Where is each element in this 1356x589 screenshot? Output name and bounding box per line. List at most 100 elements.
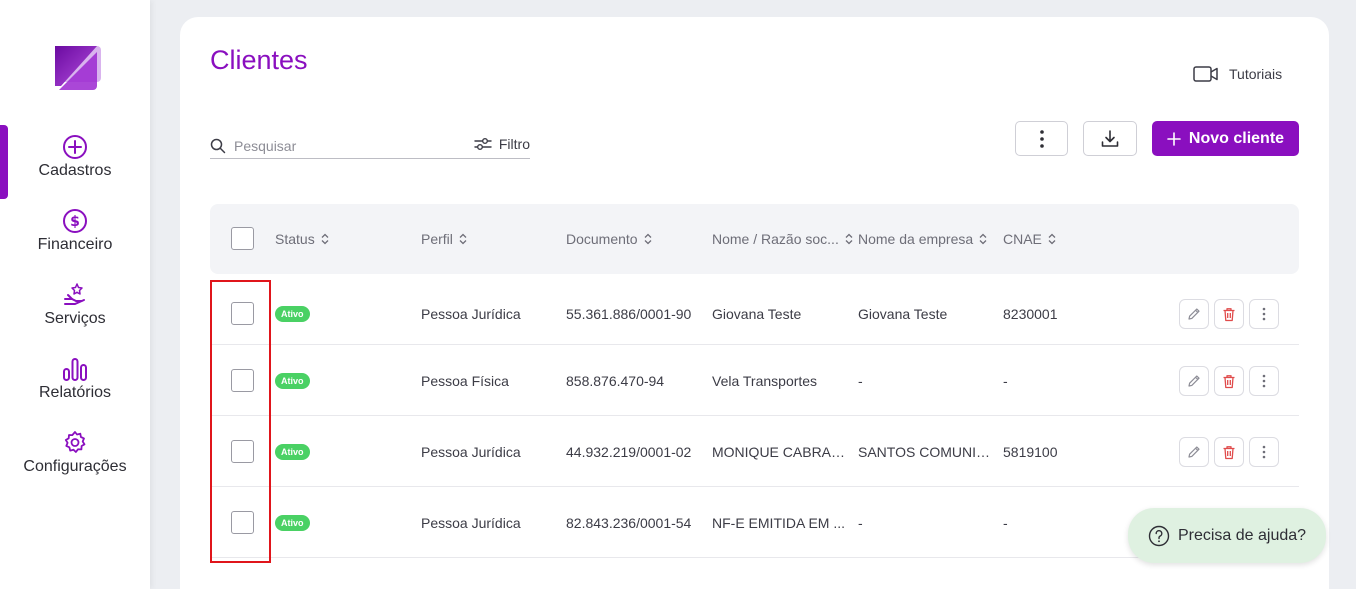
bar-chart-icon <box>63 358 87 381</box>
hand-star-icon <box>64 283 85 305</box>
row-checkbox[interactable] <box>231 369 254 392</box>
cell-nome: NF-E EMITIDA EM ... <box>712 515 846 531</box>
row-more-button[interactable] <box>1249 437 1279 467</box>
delete-button[interactable] <box>1214 437 1244 467</box>
search-icon <box>210 138 226 153</box>
sort-icon <box>459 233 467 245</box>
sidebar-item-label: Relatórios <box>38 384 112 401</box>
question-circle-icon <box>1148 525 1170 546</box>
sidebar-item-label: Serviços <box>44 310 106 327</box>
cell-cnae: - <box>1003 373 1008 389</box>
trash-icon <box>1223 374 1235 388</box>
sidebar-item-label: Configurações <box>23 458 127 475</box>
sort-icon <box>845 233 853 245</box>
filter-label: Filtro <box>498 136 530 152</box>
sort-icon <box>1048 233 1056 245</box>
edit-button[interactable] <box>1179 366 1209 396</box>
table-row[interactable]: Ativo Pessoa Física 858.876.470-94 Vela … <box>210 345 1299 416</box>
row-checkbox[interactable] <box>231 511 254 534</box>
gear-icon <box>64 431 86 453</box>
column-header-empresa[interactable]: Nome da empresa <box>858 231 987 247</box>
vertical-dots-icon <box>1262 445 1266 459</box>
sidebar-item-label: Financeiro <box>37 236 113 253</box>
pencil-icon <box>1188 446 1200 458</box>
cell-cnae: 5819100 <box>1003 444 1058 460</box>
sliders-icon <box>474 138 492 150</box>
delete-button[interactable] <box>1214 299 1244 329</box>
column-header-cnae[interactable]: CNAE <box>1003 231 1056 247</box>
search-bar: Filtro <box>210 133 530 159</box>
cell-perfil: Pessoa Jurídica <box>421 444 521 460</box>
row-checkbox[interactable] <box>231 440 254 463</box>
column-header-nome[interactable]: Nome / Razão soc... <box>712 231 853 247</box>
download-icon <box>1101 129 1119 147</box>
sidebar-item-configuracoes[interactable]: Configurações <box>0 430 150 490</box>
table-row[interactable]: Ativo Pessoa Jurídica 44.932.219/0001-02… <box>210 416 1299 487</box>
cell-documento: 82.843.236/0001-54 <box>566 515 692 531</box>
column-header-perfil[interactable]: Perfil <box>421 231 467 247</box>
row-more-button[interactable] <box>1249 366 1279 396</box>
tutorials-label: Tutoriais <box>1229 66 1283 82</box>
sidebar: Cadastros $ Financeiro Serviços Relatóri… <box>0 0 150 589</box>
app-logo[interactable] <box>51 46 101 92</box>
plus-icon <box>1167 131 1181 146</box>
cell-documento: 55.361.886/0001-90 <box>566 306 692 322</box>
sort-icon <box>644 233 652 245</box>
status-badge: Ativo <box>275 306 310 322</box>
trash-icon <box>1223 445 1235 459</box>
cell-empresa: - <box>858 373 863 389</box>
help-button[interactable]: Precisa de ajuda? <box>1128 508 1326 563</box>
delete-button[interactable] <box>1214 366 1244 396</box>
download-button[interactable] <box>1083 121 1137 156</box>
cell-perfil: Pessoa Jurídica <box>421 306 521 322</box>
pencil-icon <box>1188 308 1200 320</box>
cell-nome: Giovana Teste <box>712 306 802 322</box>
status-badge: Ativo <box>275 515 310 531</box>
dollar-circle-icon: $ <box>63 209 87 233</box>
sidebar-item-relatorios[interactable]: Relatórios <box>0 356 150 416</box>
row-more-button[interactable] <box>1249 299 1279 329</box>
edit-button[interactable] <box>1179 299 1209 329</box>
cell-empresa: SANTOS COMUNIC... <box>858 444 994 460</box>
cell-nome: MONIQUE CABRAL... <box>712 444 848 460</box>
cell-cnae: - <box>1003 515 1008 531</box>
pencil-icon <box>1188 375 1200 387</box>
cell-empresa: Giovana Teste <box>858 306 948 322</box>
vertical-dots-icon <box>1262 307 1266 321</box>
table-header: Status Perfil Documento Nome / Razão soc… <box>210 204 1299 274</box>
vertical-dots-icon <box>1262 374 1266 388</box>
cell-perfil: Pessoa Jurídica <box>421 515 521 531</box>
sidebar-item-servicos[interactable]: Serviços <box>0 282 150 342</box>
cell-documento: 858.876.470-94 <box>566 373 665 389</box>
sidebar-item-label: Cadastros <box>38 162 112 179</box>
column-header-documento[interactable]: Documento <box>566 231 652 247</box>
main-card: Clientes Tutoriais Filtro <box>180 17 1329 589</box>
status-badge: Ativo <box>275 373 310 389</box>
plus-circle-icon <box>63 135 87 159</box>
video-camera-icon <box>1193 66 1218 82</box>
edit-button[interactable] <box>1179 437 1209 467</box>
sidebar-item-financeiro[interactable]: $ Financeiro <box>0 208 150 268</box>
cell-nome: Vela Transportes <box>712 373 818 389</box>
clients-table: Status Perfil Documento Nome / Razão soc… <box>210 204 1299 558</box>
select-all-checkbox[interactable] <box>231 227 254 250</box>
sort-icon <box>979 233 987 245</box>
cell-perfil: Pessoa Física <box>421 373 509 389</box>
filter-button[interactable]: Filtro <box>474 136 530 152</box>
more-options-button[interactable] <box>1015 121 1068 156</box>
new-client-label: Novo cliente <box>1188 129 1285 147</box>
cell-empresa: - <box>858 515 863 531</box>
tutorials-link[interactable]: Tutoriais <box>1193 65 1282 83</box>
cell-cnae: 8230001 <box>1003 306 1058 322</box>
cell-documento: 44.932.219/0001-02 <box>566 444 692 460</box>
column-header-status[interactable]: Status <box>275 231 329 247</box>
vertical-dots-icon <box>1039 129 1044 148</box>
table-row[interactable]: Ativo Pessoa Jurídica 55.361.886/0001-90… <box>210 274 1299 345</box>
new-client-button[interactable]: Novo cliente <box>1152 121 1299 156</box>
sidebar-item-cadastros[interactable]: Cadastros <box>0 134 150 194</box>
trash-icon <box>1223 307 1235 321</box>
search-input[interactable] <box>234 137 454 154</box>
page-title: Clientes <box>210 45 308 75</box>
help-label: Precisa de ajuda? <box>1177 526 1307 544</box>
row-checkbox[interactable] <box>231 302 254 325</box>
